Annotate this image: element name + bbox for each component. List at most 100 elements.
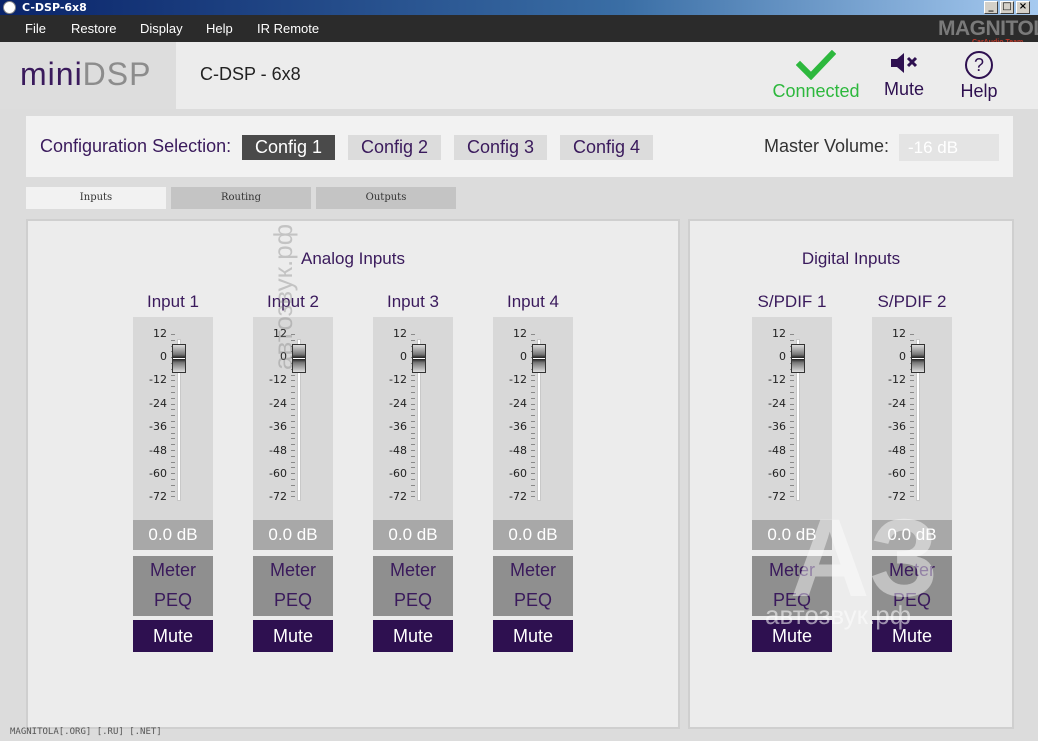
maximize-button[interactable]: □ xyxy=(1000,1,1014,14)
fader-minor-tick xyxy=(171,490,175,492)
channel-mute-button[interactable]: Mute xyxy=(493,620,573,652)
meter-peq-button[interactable]: Meter PEQ xyxy=(373,556,453,616)
fader-minor-tick xyxy=(171,479,175,480)
fader-handle[interactable] xyxy=(172,344,186,373)
fader-minor-tick xyxy=(411,426,415,428)
peq-label: PEQ xyxy=(273,590,312,610)
fader-minor-tick xyxy=(910,339,914,341)
fader-minor-tick xyxy=(910,455,914,457)
fader-tick-label: -24 xyxy=(509,397,527,410)
meter-label: Meter xyxy=(509,560,556,580)
fader-minor-tick xyxy=(171,461,175,463)
fader-tick-label: 12 xyxy=(513,327,527,340)
meter-peq-button[interactable]: Meter PEQ xyxy=(133,556,213,616)
gain-fader[interactable]: 12 0 -12 -24 -36 -48 -60 -72 xyxy=(133,317,213,520)
fader-minor-tick xyxy=(171,496,175,498)
gain-fader[interactable]: 12 0 -12 -24 -36 -48 -60 -72 xyxy=(752,317,832,520)
fader-minor-tick xyxy=(171,432,175,434)
fader-handle[interactable] xyxy=(532,344,546,373)
menu-ir-remote[interactable]: IR Remote xyxy=(257,15,319,42)
fader-minor-tick xyxy=(790,444,794,446)
tab-routing[interactable]: Routing xyxy=(171,187,311,209)
minimize-button[interactable]: _ xyxy=(984,1,998,14)
close-button[interactable]: × xyxy=(1016,1,1030,14)
title-bar: C-DSP-6x8 _ □ × xyxy=(0,0,1038,15)
fader-minor-tick xyxy=(910,421,914,422)
meter-label: Meter xyxy=(269,560,316,580)
fader-minor-tick xyxy=(531,397,535,399)
fader-minor-tick xyxy=(411,339,415,341)
fader-minor-tick xyxy=(291,473,295,475)
menu-help[interactable]: Help xyxy=(206,15,233,42)
meter-peq-button[interactable]: Meter PEQ xyxy=(493,556,573,616)
fader-tick-label: -48 xyxy=(888,444,906,457)
channel-mute-button[interactable]: Mute xyxy=(133,620,213,652)
fader-minor-tick xyxy=(790,479,794,480)
config-1-button[interactable]: Config 1 xyxy=(242,135,335,160)
fader-minor-tick xyxy=(531,455,535,457)
digital-inputs-title: Digital Inputs xyxy=(801,249,901,268)
menu-restore[interactable]: Restore xyxy=(71,15,117,42)
fader-tick-label: -48 xyxy=(768,444,786,457)
fader-minor-tick xyxy=(531,392,535,393)
gain-value-field[interactable]: 0.0 dB xyxy=(373,520,453,550)
gain-fader[interactable]: 12 0 -12 -24 -36 -48 -60 -72 xyxy=(493,317,573,520)
fader-minor-tick xyxy=(411,455,415,457)
meter-peq-button[interactable]: Meter PEQ xyxy=(253,556,333,616)
config-2-button[interactable]: Config 2 xyxy=(348,135,441,160)
channel-name: Input 4 xyxy=(507,292,559,311)
fader-minor-tick xyxy=(291,409,295,411)
tab-outputs[interactable]: Outputs xyxy=(316,187,456,209)
fader-tick-label: -72 xyxy=(389,490,407,503)
fader-minor-tick xyxy=(790,386,794,388)
gain-fader[interactable]: 12 0 -12 -24 -36 -48 -60 -72 xyxy=(872,317,952,520)
fader-minor-tick xyxy=(790,438,794,440)
master-volume-field[interactable]: -16 dB xyxy=(899,134,999,161)
menu-file[interactable]: File xyxy=(25,15,46,42)
channel-mute-button[interactable]: Mute xyxy=(253,620,333,652)
fader-tick-label: -36 xyxy=(389,420,407,433)
fader-minor-tick xyxy=(411,397,415,399)
fader-handle[interactable] xyxy=(911,344,925,373)
fader-tick-label: -36 xyxy=(269,420,287,433)
fader-minor-tick xyxy=(910,403,914,405)
master-mute-button[interactable]: Mute xyxy=(880,50,928,100)
channel-strip: Input 1 12 0 -12 -24 -36 -48 -60 -72 0.0 dB Meter P… xyxy=(133,292,213,654)
fader-minor-tick xyxy=(411,479,415,480)
fader-minor-tick xyxy=(531,461,535,463)
config-3-button[interactable]: Config 3 xyxy=(454,135,547,160)
channel-name: Input 3 xyxy=(387,292,439,311)
fader-handle[interactable] xyxy=(412,344,426,373)
window-title: C-DSP-6x8 xyxy=(22,1,87,14)
fader-tick-label: -12 xyxy=(509,373,527,386)
fader-minor-tick xyxy=(411,438,415,440)
checkmark-icon xyxy=(795,49,837,81)
fader-minor-tick xyxy=(411,490,415,492)
fader-minor-tick xyxy=(910,490,914,492)
gain-value-field[interactable]: 0.0 dB xyxy=(133,520,213,550)
menu-display[interactable]: Display xyxy=(140,15,183,42)
fader-handle[interactable] xyxy=(791,344,805,373)
channel-mute-button[interactable]: Mute xyxy=(373,620,453,652)
gain-value-field[interactable]: 0.0 dB xyxy=(493,520,573,550)
fader-minor-tick xyxy=(531,484,535,486)
fader-minor-tick xyxy=(910,397,914,399)
digital-inputs-panel: Digital Inputs xyxy=(688,219,1014,729)
config-4-button[interactable]: Config 4 xyxy=(560,135,653,160)
connected-status[interactable]: Connected xyxy=(772,49,860,102)
fader-tick-label: -72 xyxy=(768,490,786,503)
gain-value-field[interactable]: 0.0 dB xyxy=(253,520,333,550)
fader-minor-tick xyxy=(910,386,914,388)
fader-minor-tick xyxy=(291,432,295,434)
fader-tick-label: -12 xyxy=(269,373,287,386)
fader-minor-tick xyxy=(291,374,295,376)
speaker-mute-icon xyxy=(891,53,918,73)
help-button[interactable]: ? Help xyxy=(955,50,1003,102)
tab-inputs[interactable]: Inputs xyxy=(26,187,166,209)
gain-fader[interactable]: 12 0 -12 -24 -36 -48 -60 -72 xyxy=(373,317,453,520)
fader-minor-tick xyxy=(171,415,175,417)
meter-label: Meter xyxy=(149,560,196,580)
fader-minor-tick xyxy=(790,374,794,376)
connected-label: Connected xyxy=(772,81,860,101)
fader-minor-tick xyxy=(171,467,175,469)
